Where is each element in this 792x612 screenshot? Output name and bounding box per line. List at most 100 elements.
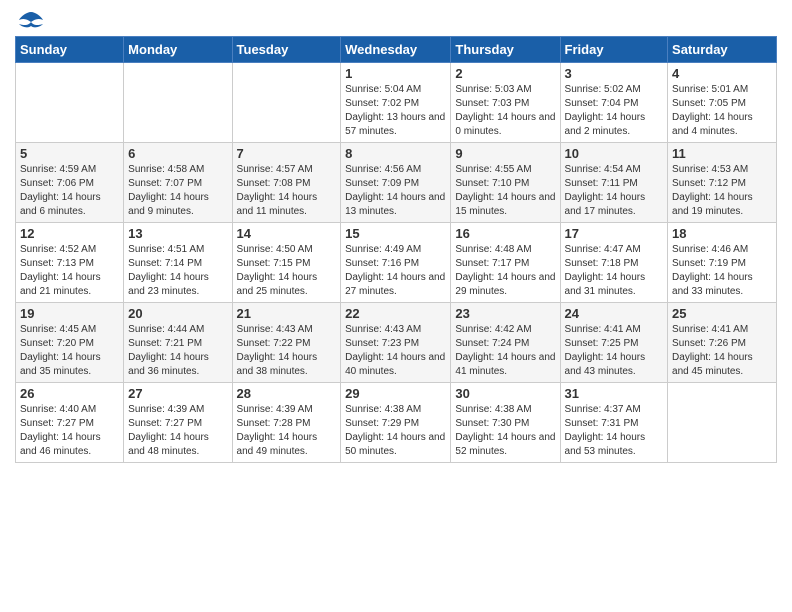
day-info: Sunrise: 4:51 AMSunset: 7:14 PMDaylight:… [128, 243, 227, 299]
day-number: 4 [672, 66, 772, 81]
day-number: 18 [672, 226, 772, 241]
day-info: Sunrise: 4:49 AMSunset: 7:16 PMDaylight:… [345, 243, 446, 299]
calendar-cell: 22 Sunrise: 4:43 AMSunset: 7:23 PMDayligh… [341, 303, 451, 383]
day-number: 17 [565, 226, 664, 241]
calendar-cell: 9 Sunrise: 4:55 AMSunset: 7:10 PMDaylight… [451, 143, 560, 223]
day-info: Sunrise: 4:55 AMSunset: 7:10 PMDaylight:… [455, 163, 555, 219]
day-number: 23 [455, 306, 555, 321]
day-number: 25 [672, 306, 772, 321]
day-number: 6 [128, 146, 227, 161]
col-header-monday: Monday [124, 37, 232, 63]
day-number: 12 [20, 226, 119, 241]
day-info: Sunrise: 4:52 AMSunset: 7:13 PMDaylight:… [20, 243, 119, 299]
week-row-4: 19Sunrise: 4:45 AMSunset: 7:20 PMDayligh… [16, 303, 777, 383]
day-info: Sunrise: 4:59 AMSunset: 7:06 PMDaylight:… [20, 163, 119, 219]
day-number: 24 [565, 306, 664, 321]
day-info: Sunrise: 4:47 AMSunset: 7:18 PMDaylight:… [565, 243, 664, 299]
calendar-cell: 23Sunrise: 4:42 AMSunset: 7:24 PMDayligh… [451, 303, 560, 383]
calendar-cell: 4 Sunrise: 5:01 AMSunset: 7:05 PMDaylight… [668, 63, 777, 143]
day-info: Sunrise: 4:39 AMSunset: 7:27 PMDaylight:… [128, 403, 227, 459]
calendar-cell: 10Sunrise: 4:54 AMSunset: 7:11 PMDayligh… [560, 143, 668, 223]
calendar-cell: 18 Sunrise: 4:46 AMSunset: 7:19 PMDayligh… [668, 223, 777, 303]
day-number: 20 [128, 306, 227, 321]
day-number: 28 [237, 386, 337, 401]
calendar-cell: 26 Sunrise: 4:40 AMSunset: 7:27 PMDayligh… [16, 383, 124, 463]
day-number: 11 [672, 146, 772, 161]
day-info: Sunrise: 4:40 AMSunset: 7:27 PMDaylight:… [20, 403, 119, 459]
day-number: 15 [345, 226, 446, 241]
logo [15, 10, 45, 28]
day-number: 26 [20, 386, 119, 401]
day-info: Sunrise: 4:46 AMSunset: 7:19 PMDaylight:… [672, 243, 772, 299]
day-info: Sunrise: 4:48 AMSunset: 7:17 PMDaylight:… [455, 243, 555, 299]
day-info: Sunrise: 4:56 AMSunset: 7:09 PMDaylight:… [345, 163, 446, 219]
day-info: Sunrise: 5:04 AMSunset: 7:02 PMDaylight:… [345, 83, 446, 139]
day-number: 2 [455, 66, 555, 81]
calendar-cell: 8 Sunrise: 4:56 AMSunset: 7:09 PMDaylight… [341, 143, 451, 223]
day-info: Sunrise: 4:37 AMSunset: 7:31 PMDaylight:… [565, 403, 664, 459]
day-info: Sunrise: 4:57 AMSunset: 7:08 PMDaylight:… [237, 163, 337, 219]
calendar-cell [232, 63, 341, 143]
calendar-cell: 16 Sunrise: 4:48 AMSunset: 7:17 PMDayligh… [451, 223, 560, 303]
calendar-cell: 13 Sunrise: 4:51 AMSunset: 7:14 PMDayligh… [124, 223, 232, 303]
day-info: Sunrise: 5:03 AMSunset: 7:03 PMDaylight:… [455, 83, 555, 139]
day-info: Sunrise: 4:45 AMSunset: 7:20 PMDaylight:… [20, 323, 119, 379]
day-info: Sunrise: 4:38 AMSunset: 7:29 PMDaylight:… [345, 403, 446, 459]
day-number: 7 [237, 146, 337, 161]
calendar-header-row: SundayMondayTuesdayWednesdayThursdayFrid… [16, 37, 777, 63]
calendar-cell: 27 Sunrise: 4:39 AMSunset: 7:27 PMDayligh… [124, 383, 232, 463]
calendar-cell: 20 Sunrise: 4:44 AMSunset: 7:21 PMDayligh… [124, 303, 232, 383]
day-info: Sunrise: 5:01 AMSunset: 7:05 PMDaylight:… [672, 83, 772, 139]
day-info: Sunrise: 4:44 AMSunset: 7:21 PMDaylight:… [128, 323, 227, 379]
calendar-cell [668, 383, 777, 463]
col-header-wednesday: Wednesday [341, 37, 451, 63]
week-row-2: 5 Sunrise: 4:59 AMSunset: 7:06 PMDaylight… [16, 143, 777, 223]
col-header-tuesday: Tuesday [232, 37, 341, 63]
calendar-cell: 3 Sunrise: 5:02 AMSunset: 7:04 PMDaylight… [560, 63, 668, 143]
day-info: Sunrise: 4:58 AMSunset: 7:07 PMDaylight:… [128, 163, 227, 219]
day-number: 8 [345, 146, 446, 161]
day-number: 21 [237, 306, 337, 321]
day-number: 14 [237, 226, 337, 241]
calendar-cell: 19Sunrise: 4:45 AMSunset: 7:20 PMDayligh… [16, 303, 124, 383]
day-number: 22 [345, 306, 446, 321]
calendar-cell: 5 Sunrise: 4:59 AMSunset: 7:06 PMDaylight… [16, 143, 124, 223]
calendar-cell: 11Sunrise: 4:53 AMSunset: 7:12 PMDayligh… [668, 143, 777, 223]
logo-bird-icon [17, 10, 45, 32]
day-number: 5 [20, 146, 119, 161]
week-row-1: 1 Sunrise: 5:04 AMSunset: 7:02 PMDaylight… [16, 63, 777, 143]
day-number: 31 [565, 386, 664, 401]
day-info: Sunrise: 4:41 AMSunset: 7:26 PMDaylight:… [672, 323, 772, 379]
day-info: Sunrise: 4:43 AMSunset: 7:23 PMDaylight:… [345, 323, 446, 379]
calendar-cell: 1 Sunrise: 5:04 AMSunset: 7:02 PMDaylight… [341, 63, 451, 143]
day-number: 13 [128, 226, 227, 241]
day-number: 9 [455, 146, 555, 161]
calendar-cell: 28 Sunrise: 4:39 AMSunset: 7:28 PMDayligh… [232, 383, 341, 463]
calendar-cell: 29Sunrise: 4:38 AMSunset: 7:29 PMDayligh… [341, 383, 451, 463]
week-row-3: 12 Sunrise: 4:52 AMSunset: 7:13 PMDayligh… [16, 223, 777, 303]
day-info: Sunrise: 4:38 AMSunset: 7:30 PMDaylight:… [455, 403, 555, 459]
calendar-cell: 15 Sunrise: 4:49 AMSunset: 7:16 PMDayligh… [341, 223, 451, 303]
calendar-cell: 21 Sunrise: 4:43 AMSunset: 7:22 PMDayligh… [232, 303, 341, 383]
col-header-sunday: Sunday [16, 37, 124, 63]
day-info: Sunrise: 5:02 AMSunset: 7:04 PMDaylight:… [565, 83, 664, 139]
day-info: Sunrise: 4:39 AMSunset: 7:28 PMDaylight:… [237, 403, 337, 459]
day-number: 27 [128, 386, 227, 401]
col-header-thursday: Thursday [451, 37, 560, 63]
week-row-5: 26 Sunrise: 4:40 AMSunset: 7:27 PMDayligh… [16, 383, 777, 463]
calendar-cell: 14Sunrise: 4:50 AMSunset: 7:15 PMDayligh… [232, 223, 341, 303]
calendar-table: SundayMondayTuesdayWednesdayThursdayFrid… [15, 36, 777, 463]
header [15, 10, 777, 28]
day-info: Sunrise: 4:43 AMSunset: 7:22 PMDaylight:… [237, 323, 337, 379]
col-header-saturday: Saturday [668, 37, 777, 63]
col-header-friday: Friday [560, 37, 668, 63]
day-number: 1 [345, 66, 446, 81]
calendar-cell: 30 Sunrise: 4:38 AMSunset: 7:30 PMDayligh… [451, 383, 560, 463]
page: SundayMondayTuesdayWednesdayThursdayFrid… [0, 0, 792, 478]
day-info: Sunrise: 4:54 AMSunset: 7:11 PMDaylight:… [565, 163, 664, 219]
day-number: 30 [455, 386, 555, 401]
calendar-cell: 25 Sunrise: 4:41 AMSunset: 7:26 PMDayligh… [668, 303, 777, 383]
calendar-cell: 7 Sunrise: 4:57 AMSunset: 7:08 PMDaylight… [232, 143, 341, 223]
day-number: 3 [565, 66, 664, 81]
day-number: 16 [455, 226, 555, 241]
